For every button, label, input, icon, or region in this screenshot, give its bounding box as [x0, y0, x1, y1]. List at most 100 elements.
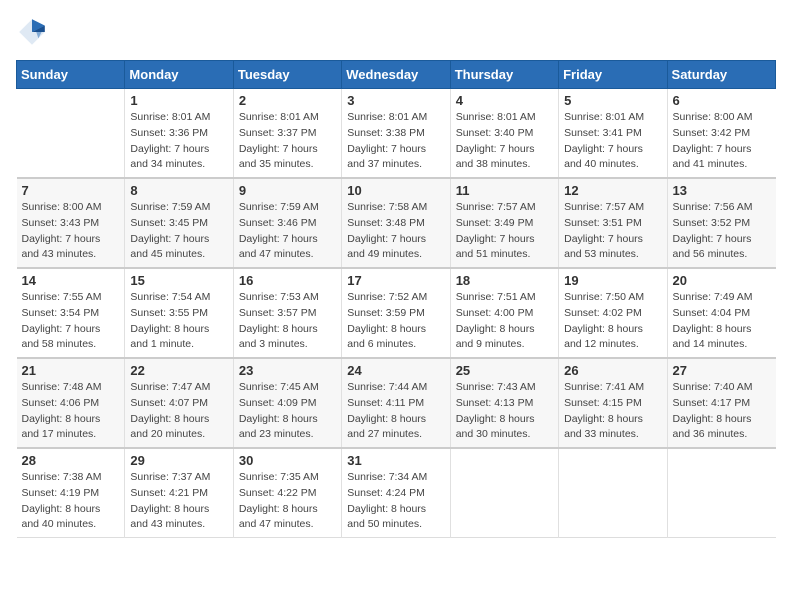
calendar-cell: 22 Sunrise: 7:47 AMSunset: 4:07 PMDayligh… — [125, 358, 233, 448]
calendar-cell: 25 Sunrise: 7:43 AMSunset: 4:13 PMDayligh… — [450, 358, 558, 448]
logo-icon — [16, 16, 48, 48]
day-number: 24 — [347, 363, 444, 378]
day-of-week-header: Monday — [125, 61, 233, 89]
day-info: Sunrise: 7:41 AMSunset: 4:15 PMDaylight:… — [564, 380, 661, 443]
logo — [16, 16, 52, 48]
day-info: Sunrise: 8:01 AMSunset: 3:36 PMDaylight:… — [130, 110, 227, 173]
calendar-cell: 14Sunrise: 7:55 AMSunset: 3:54 PMDayligh… — [17, 268, 125, 358]
day-of-week-header: Saturday — [667, 61, 775, 89]
calendar-cell: 17 Sunrise: 7:52 AMSunset: 3:59 PMDayligh… — [342, 268, 450, 358]
day-number: 21 — [22, 363, 120, 378]
calendar-cell: 27 Sunrise: 7:40 AMSunset: 4:17 PMDayligh… — [667, 358, 775, 448]
day-number: 5 — [564, 93, 661, 108]
day-of-week-header: Sunday — [17, 61, 125, 89]
day-info: Sunrise: 7:37 AMSunset: 4:21 PMDaylight:… — [130, 470, 227, 533]
day-number: 3 — [347, 93, 444, 108]
calendar-cell: 11 Sunrise: 7:57 AMSunset: 3:49 PMDayligh… — [450, 178, 558, 268]
day-info: Sunrise: 7:52 AMSunset: 3:59 PMDaylight:… — [347, 290, 444, 353]
day-number: 18 — [456, 273, 553, 288]
day-info: Sunrise: 7:47 AMSunset: 4:07 PMDaylight:… — [130, 380, 227, 443]
day-info: Sunrise: 7:49 AMSunset: 4:04 PMDaylight:… — [673, 290, 771, 353]
day-info: Sunrise: 8:01 AMSunset: 3:41 PMDaylight:… — [564, 110, 661, 173]
day-number: 30 — [239, 453, 336, 468]
day-number: 7 — [22, 183, 120, 198]
week-row: 28Sunrise: 7:38 AMSunset: 4:19 PMDayligh… — [17, 448, 776, 538]
day-number: 9 — [239, 183, 336, 198]
day-number: 13 — [673, 183, 771, 198]
calendar-cell: 5 Sunrise: 8:01 AMSunset: 3:41 PMDaylight… — [559, 89, 667, 179]
calendar-cell: 13 Sunrise: 7:56 AMSunset: 3:52 PMDayligh… — [667, 178, 775, 268]
day-number: 10 — [347, 183, 444, 198]
calendar-cell: 30 Sunrise: 7:35 AMSunset: 4:22 PMDayligh… — [233, 448, 341, 538]
day-of-week-header: Tuesday — [233, 61, 341, 89]
day-info: Sunrise: 7:45 AMSunset: 4:09 PMDaylight:… — [239, 380, 336, 443]
page-header — [16, 16, 776, 48]
day-number: 25 — [456, 363, 553, 378]
day-info: Sunrise: 7:43 AMSunset: 4:13 PMDaylight:… — [456, 380, 553, 443]
week-row: 21 Sunrise: 7:48 AMSunset: 4:06 PMDayligh… — [17, 358, 776, 448]
day-info: Sunrise: 7:44 AMSunset: 4:11 PMDaylight:… — [347, 380, 444, 443]
calendar-cell: 9Sunrise: 7:59 AMSunset: 3:46 PMDaylight… — [233, 178, 341, 268]
calendar-cell: 28Sunrise: 7:38 AMSunset: 4:19 PMDayligh… — [17, 448, 125, 538]
day-number: 22 — [130, 363, 227, 378]
calendar-cell: 18Sunrise: 7:51 AMSunset: 4:00 PMDayligh… — [450, 268, 558, 358]
calendar-cell: 31Sunrise: 7:34 AMSunset: 4:24 PMDayligh… — [342, 448, 450, 538]
day-number: 27 — [673, 363, 771, 378]
calendar-cell: 23 Sunrise: 7:45 AMSunset: 4:09 PMDayligh… — [233, 358, 341, 448]
calendar-cell: 2 Sunrise: 8:01 AMSunset: 3:37 PMDaylight… — [233, 89, 341, 179]
calendar-cell — [559, 448, 667, 538]
calendar-cell: 16 Sunrise: 7:53 AMSunset: 3:57 PMDayligh… — [233, 268, 341, 358]
day-info: Sunrise: 7:53 AMSunset: 3:57 PMDaylight:… — [239, 290, 336, 353]
calendar-cell — [450, 448, 558, 538]
calendar-cell: 6 Sunrise: 8:00 AMSunset: 3:42 PMDaylight… — [667, 89, 775, 179]
day-info: Sunrise: 8:01 AMSunset: 3:40 PMDaylight:… — [456, 110, 553, 173]
day-number: 11 — [456, 183, 553, 198]
day-number: 28 — [22, 453, 120, 468]
day-number: 17 — [347, 273, 444, 288]
day-number: 23 — [239, 363, 336, 378]
day-of-week-header: Wednesday — [342, 61, 450, 89]
day-info: Sunrise: 8:00 AMSunset: 3:43 PMDaylight:… — [22, 200, 120, 263]
day-of-week-header: Thursday — [450, 61, 558, 89]
calendar-cell: 4 Sunrise: 8:01 AMSunset: 3:40 PMDaylight… — [450, 89, 558, 179]
day-number: 4 — [456, 93, 553, 108]
day-number: 6 — [673, 93, 771, 108]
calendar-cell: 3 Sunrise: 8:01 AMSunset: 3:38 PMDaylight… — [342, 89, 450, 179]
calendar-cell: 19 Sunrise: 7:50 AMSunset: 4:02 PMDayligh… — [559, 268, 667, 358]
calendar-header-row: SundayMondayTuesdayWednesdayThursdayFrid… — [17, 61, 776, 89]
week-row: 14Sunrise: 7:55 AMSunset: 3:54 PMDayligh… — [17, 268, 776, 358]
day-info: Sunrise: 7:40 AMSunset: 4:17 PMDaylight:… — [673, 380, 771, 443]
day-info: Sunrise: 8:01 AMSunset: 3:38 PMDaylight:… — [347, 110, 444, 173]
calendar-cell: 24 Sunrise: 7:44 AMSunset: 4:11 PMDayligh… — [342, 358, 450, 448]
day-number: 1 — [130, 93, 227, 108]
day-info: Sunrise: 8:00 AMSunset: 3:42 PMDaylight:… — [673, 110, 771, 173]
day-info: Sunrise: 8:01 AMSunset: 3:37 PMDaylight:… — [239, 110, 336, 173]
calendar-cell: 15Sunrise: 7:54 AMSunset: 3:55 PMDayligh… — [125, 268, 233, 358]
day-info: Sunrise: 7:48 AMSunset: 4:06 PMDaylight:… — [22, 380, 120, 443]
day-number: 15 — [130, 273, 227, 288]
calendar-table: SundayMondayTuesdayWednesdayThursdayFrid… — [16, 60, 776, 538]
calendar-cell: 1 Sunrise: 8:01 AMSunset: 3:36 PMDaylight… — [125, 89, 233, 179]
calendar-cell: 26 Sunrise: 7:41 AMSunset: 4:15 PMDayligh… — [559, 358, 667, 448]
calendar-cell: 7 Sunrise: 8:00 AMSunset: 3:43 PMDaylight… — [17, 178, 125, 268]
day-info: Sunrise: 7:58 AMSunset: 3:48 PMDaylight:… — [347, 200, 444, 263]
day-info: Sunrise: 7:35 AMSunset: 4:22 PMDaylight:… — [239, 470, 336, 533]
day-info: Sunrise: 7:57 AMSunset: 3:49 PMDaylight:… — [456, 200, 553, 263]
day-info: Sunrise: 7:57 AMSunset: 3:51 PMDaylight:… — [564, 200, 661, 263]
day-info: Sunrise: 7:56 AMSunset: 3:52 PMDaylight:… — [673, 200, 771, 263]
day-number: 29 — [130, 453, 227, 468]
day-number: 19 — [564, 273, 661, 288]
day-number: 26 — [564, 363, 661, 378]
day-number: 31 — [347, 453, 444, 468]
calendar-cell: 10 Sunrise: 7:58 AMSunset: 3:48 PMDayligh… — [342, 178, 450, 268]
day-number: 16 — [239, 273, 336, 288]
calendar-cell — [667, 448, 775, 538]
calendar-cell: 12Sunrise: 7:57 AMSunset: 3:51 PMDayligh… — [559, 178, 667, 268]
calendar-cell — [17, 89, 125, 179]
day-number: 14 — [22, 273, 120, 288]
day-number: 2 — [239, 93, 336, 108]
day-info: Sunrise: 7:59 AMSunset: 3:45 PMDaylight:… — [130, 200, 227, 263]
day-info: Sunrise: 7:50 AMSunset: 4:02 PMDaylight:… — [564, 290, 661, 353]
day-number: 20 — [673, 273, 771, 288]
calendar-cell: 21 Sunrise: 7:48 AMSunset: 4:06 PMDayligh… — [17, 358, 125, 448]
